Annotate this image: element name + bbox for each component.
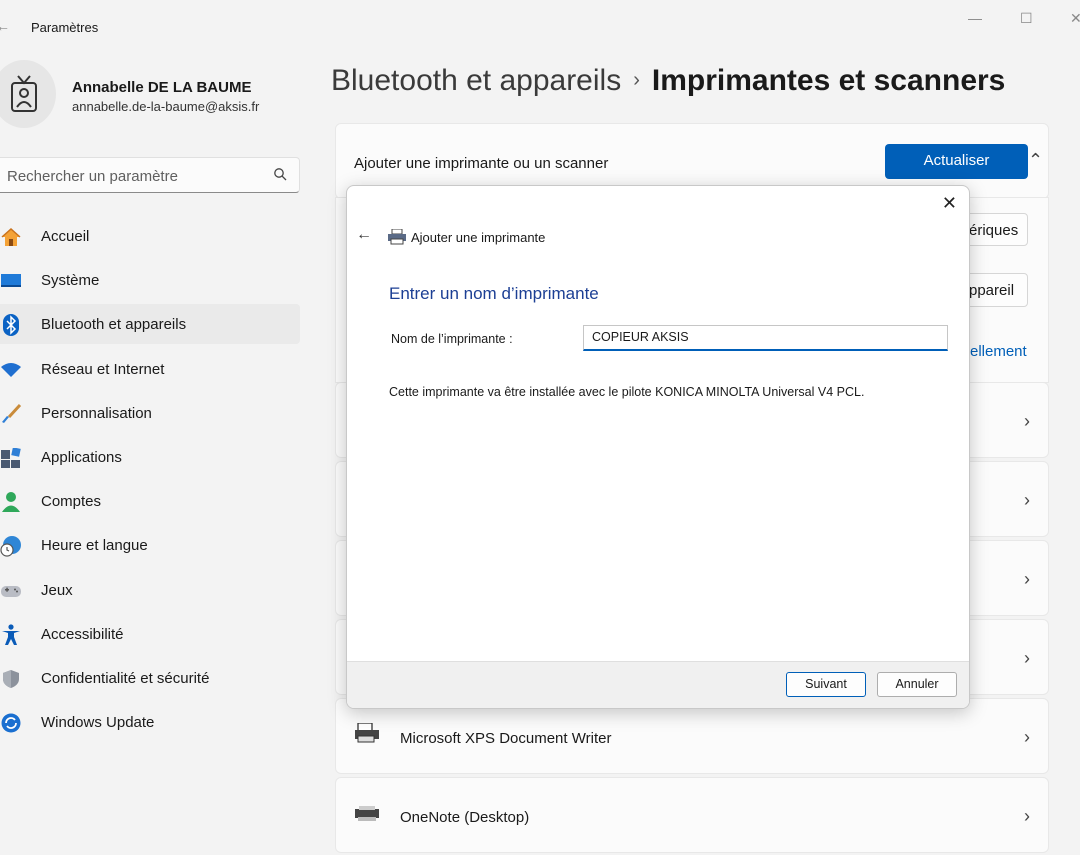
apps-icon (0, 447, 22, 469)
wifi-icon (0, 359, 22, 381)
printer-icon (354, 722, 380, 748)
sidebar-item-label: Système (41, 272, 100, 290)
sidebar-item-label: Comptes (41, 493, 102, 511)
shield-icon (0, 668, 22, 690)
device-name: OneNote (Desktop) (400, 809, 530, 826)
partial-link[interactable]: ellement (970, 343, 1027, 360)
cancel-button[interactable]: Annuler (877, 672, 957, 697)
sidebar-item-label: Applications (41, 448, 122, 466)
breadcrumb: Bluetooth et appareils › Imprimantes et sc… (331, 64, 1005, 98)
sidebar-item-label: Heure et langue (41, 537, 148, 555)
system-icon (0, 270, 22, 292)
sidebar-item-label: Confidentialité et sécurité (41, 669, 210, 687)
window-title: Paramètres (31, 20, 99, 35)
minimize-button[interactable]: — (968, 10, 982, 26)
partial-button-two[interactable]: ppareil (964, 273, 1028, 307)
dialog-title: Ajouter une imprimante (411, 230, 546, 245)
gamepad-icon (0, 580, 22, 602)
chevron-right-icon: › (1024, 411, 1030, 431)
add-device-label: Ajouter une imprimante ou un scanner (354, 155, 609, 172)
chevron-right-icon: › (1024, 806, 1030, 826)
brush-icon (0, 403, 22, 425)
sidebar-nav: Accueil Système Bluetooth et appareils R… (0, 216, 300, 746)
breadcrumb-separator: › (633, 69, 640, 91)
back-button[interactable]: ← (0, 18, 10, 34)
page-title: Imprimantes et scanners (651, 64, 1006, 97)
sidebar-item-label: Réseau et Internet (41, 360, 165, 378)
user-name: Annabelle DE LA BAUME (72, 79, 252, 96)
dialog-heading: Entrer un nom d’imprimante (389, 284, 599, 303)
printer-icon (388, 228, 406, 250)
sidebar-item-applications[interactable]: Applications (0, 437, 300, 477)
sidebar-item-label: Windows Update (41, 714, 155, 732)
sidebar-item-confidentialite[interactable]: Confidentialité et sécurité (0, 658, 300, 698)
refresh-button[interactable]: Actualiser (885, 144, 1028, 179)
dialog-close-button[interactable]: ✕ (942, 193, 957, 214)
maximize-button[interactable]: ☐ (1020, 10, 1033, 27)
sidebar-item-accueil[interactable]: Accueil (0, 216, 300, 256)
printer-name-input[interactable]: COPIEUR AKSIS (583, 325, 948, 351)
time-language-icon (0, 535, 22, 557)
chevron-right-icon: › (1024, 648, 1030, 668)
account-icon (0, 491, 22, 513)
search-input[interactable]: Rechercher un paramètre (0, 157, 300, 193)
close-button[interactable]: ✕ (1070, 10, 1080, 27)
avatar[interactable] (0, 60, 56, 128)
breadcrumb-parent[interactable]: Bluetooth et appareils (331, 64, 621, 97)
sidebar-item-heure-langue[interactable]: Heure et langue (0, 525, 300, 565)
sidebar-item-accessibilite[interactable]: Accessibilité (0, 614, 300, 654)
chevron-right-icon: › (1024, 569, 1030, 589)
chevron-up-icon[interactable]: ⌃ (1028, 150, 1052, 171)
sidebar-item-comptes[interactable]: Comptes (0, 481, 300, 521)
title-bar: ← Paramètres — ☐ ✕ (0, 0, 1080, 40)
accessibility-icon (0, 624, 22, 646)
sidebar-item-label: Bluetooth et appareils (41, 316, 187, 334)
device-row-xps[interactable]: Microsoft XPS Document Writer › (335, 698, 1049, 774)
dialog-footer: Suivant Annuler (347, 661, 969, 708)
chevron-right-icon: › (1024, 490, 1030, 510)
sidebar-item-label: Jeux (41, 581, 73, 599)
chevron-right-icon: › (1024, 727, 1030, 747)
sidebar-item-systeme[interactable]: Système (0, 260, 300, 300)
add-printer-dialog: ✕ ← Ajouter une imprimante Entrer un nom… (346, 185, 970, 709)
update-icon (0, 712, 22, 734)
home-icon (0, 226, 22, 248)
printer-icon (354, 806, 380, 827)
sidebar-item-label: Personnalisation (41, 404, 152, 422)
next-button[interactable]: Suivant (786, 672, 866, 697)
sidebar-item-windows-update[interactable]: Windows Update (0, 702, 300, 742)
badge-icon (11, 75, 37, 112)
device-name: Microsoft XPS Document Writer (400, 730, 612, 747)
partial-button-one[interactable]: ériques (964, 213, 1028, 246)
sidebar-item-personnalisation[interactable]: Personnalisation (0, 393, 300, 433)
sidebar-item-label: Accessibilité (41, 625, 124, 643)
device-row-onenote[interactable]: OneNote (Desktop) › (335, 777, 1049, 853)
sidebar-item-reseau[interactable]: Réseau et Internet (0, 349, 300, 389)
sidebar-item-jeux[interactable]: Jeux (0, 570, 300, 610)
driver-description: Cette imprimante va être installée avec … (389, 385, 865, 399)
sidebar-item-label: Accueil (41, 228, 90, 245)
sidebar-item-bluetooth[interactable]: Bluetooth et appareils (0, 304, 300, 345)
bluetooth-icon (0, 314, 22, 337)
user-email: annabelle.de-la-baume@aksis.fr (72, 99, 260, 114)
search-placeholder: Rechercher un paramètre (7, 168, 178, 185)
dialog-back-button[interactable]: ← (356, 226, 372, 244)
search-icon (273, 167, 287, 186)
printer-name-label: Nom de l’imprimante : (391, 332, 513, 346)
